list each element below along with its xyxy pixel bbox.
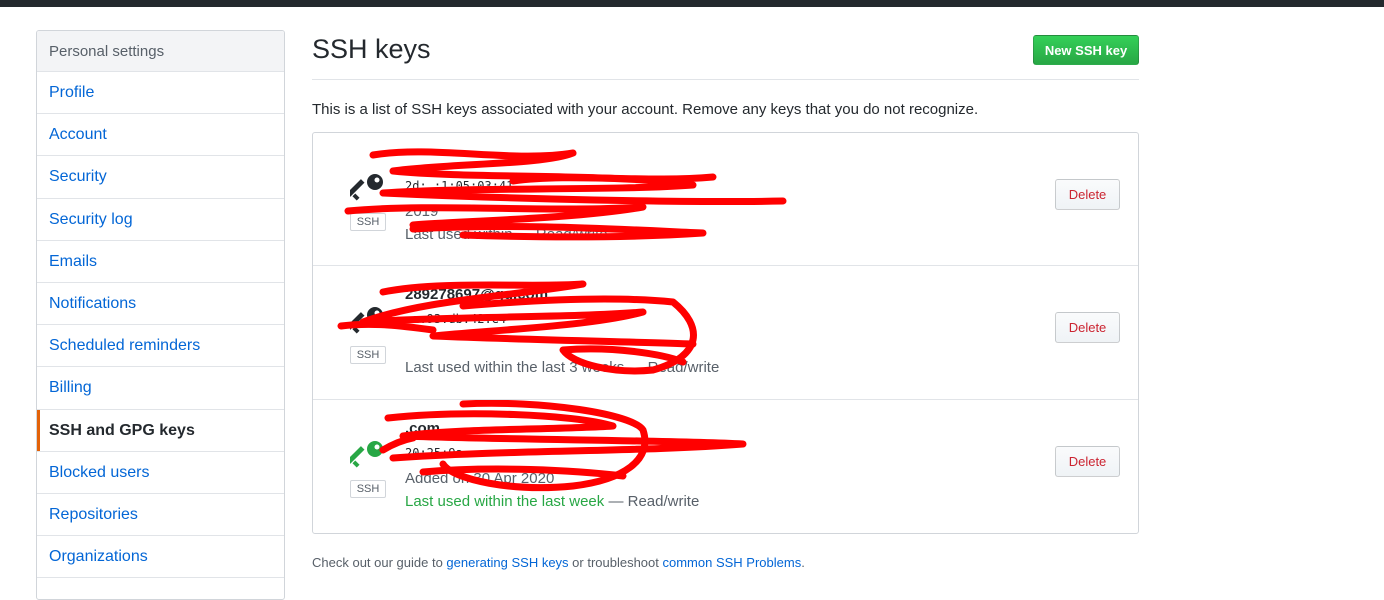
key-title: .com: [405, 419, 441, 437]
sidebar-header: Personal settings: [37, 31, 284, 72]
sidebar-item-organizations[interactable]: Organizations: [37, 536, 284, 579]
sidebar-item-repositories[interactable]: Repositories: [37, 494, 284, 537]
footer-help-text: Check out our guide to generating SSH ke…: [312, 555, 805, 570]
key-last-used-suffix: — Read/write: [604, 492, 700, 510]
key-last-used: Last used within the last 3 weeks — Read…: [405, 359, 720, 377]
page-title: SSH keys: [312, 34, 431, 64]
ssh-badge: SSH: [350, 213, 386, 231]
key-last-used-recent: Last used within the last week: [405, 492, 605, 510]
title-divider: [312, 79, 1139, 80]
key-icon: [350, 174, 383, 201]
key-fingerprint: :a:93:db:42:e4: [405, 312, 507, 327]
ssh-badge: SSH: [350, 479, 386, 498]
key-last-used-prefix: Last used within: [405, 226, 513, 243]
settings-sidebar: Personal settings Profile Account Securi…: [36, 30, 285, 600]
sidebar-item-scheduled-reminders[interactable]: Scheduled reminders: [37, 325, 284, 368]
sidebar-item-security-log[interactable]: Security log: [37, 199, 284, 241]
key-added-date: 2019: [405, 203, 439, 220]
ssh-key-row: SSH 2d: :1:05:03:41 2019 Last used withi…: [313, 133, 1138, 267]
key-fingerprint: 2d: :1:05:03:41: [405, 179, 514, 193]
ssh-key-row: SSH 289278697@qq.com :a:93:db:42:e4 Last…: [313, 266, 1138, 400]
key-icon: [350, 307, 383, 334]
sidebar-item-profile[interactable]: Profile: [37, 72, 284, 115]
key-last-used: Last used within the last week — Read/wr…: [405, 493, 699, 510]
sidebar-item-ssh-gpg-keys[interactable]: SSH and GPG keys: [37, 409, 284, 452]
top-header-bar: [0, 0, 1384, 7]
redaction-scribble: [344, 148, 787, 241]
sidebar-item-blocked-users[interactable]: Blocked users: [37, 452, 284, 494]
sidebar-item-emails[interactable]: Emails: [37, 241, 284, 283]
generating-ssh-keys-link[interactable]: generating SSH keys: [446, 555, 568, 570]
ssh-badge: SSH: [350, 346, 386, 365]
key-icon: [350, 440, 383, 468]
ssh-key-row: SSH .com 20:25:9a Added on 30 Apr 2020 L…: [313, 399, 1138, 533]
footer-middle: or troubleshoot: [568, 555, 663, 570]
footer-prefix: Check out our guide to: [312, 555, 447, 570]
sidebar-item-account[interactable]: Account: [37, 114, 284, 157]
ssh-keys-list: SSH 2d: :1:05:03:41 2019 Last used withi…: [312, 132, 1139, 534]
key-last-used-suffix: — Read/write: [516, 226, 608, 243]
key-added-date: Added on 30 Apr 2020: [405, 469, 555, 487]
delete-key-button[interactable]: Delete: [1055, 445, 1120, 477]
delete-key-button[interactable]: Delete: [1055, 179, 1120, 210]
sidebar-item-billing[interactable]: Billing: [37, 367, 284, 410]
key-fingerprint: 20:25:9a: [405, 445, 463, 460]
delete-key-button[interactable]: Delete: [1055, 312, 1120, 344]
sidebar-item-notifications[interactable]: Notifications: [37, 283, 284, 326]
key-title: 289278697@qq.com: [405, 286, 549, 304]
footer-suffix: .: [801, 555, 805, 570]
common-ssh-problems-link[interactable]: common SSH Problems: [663, 555, 802, 570]
intro-text: This is a list of SSH keys associated wi…: [312, 101, 979, 118]
sidebar-item-security[interactable]: Security: [37, 156, 284, 199]
key-last-used: Last used within — Read/write: [405, 226, 608, 243]
new-ssh-key-button[interactable]: New SSH key: [1033, 35, 1139, 65]
